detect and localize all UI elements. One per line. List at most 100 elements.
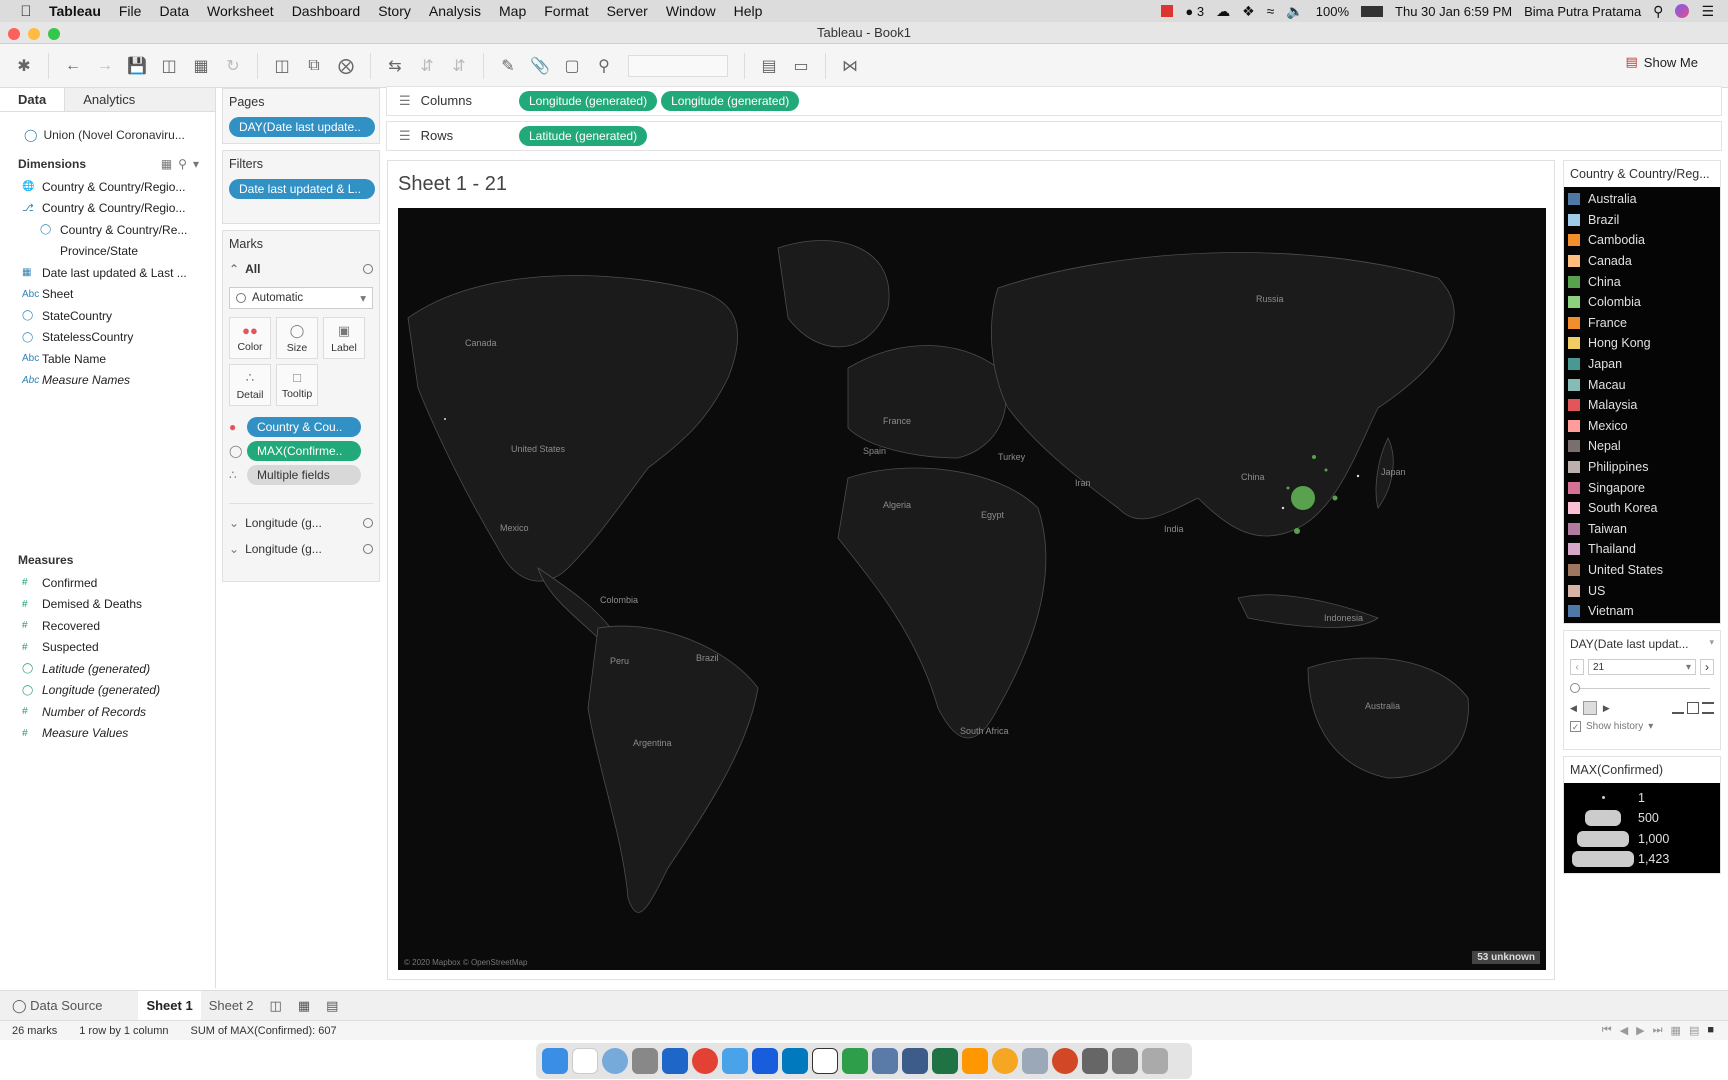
- mark-dot[interactable]: [1286, 486, 1290, 490]
- refresh-icon[interactable]: ↻: [219, 52, 247, 80]
- fit-dropdown[interactable]: [628, 54, 728, 77]
- prev-page-icon[interactable]: ‹: [1570, 659, 1584, 676]
- mark-dot[interactable]: [444, 418, 446, 420]
- mark-dot[interactable]: [1312, 455, 1316, 459]
- detail-pill[interactable]: Multiple fields: [247, 465, 361, 485]
- menu-window[interactable]: Window: [657, 3, 725, 19]
- mail-icon[interactable]: [722, 1048, 748, 1074]
- color-button[interactable]: ●● Color: [229, 317, 271, 359]
- siri-icon[interactable]: [1675, 4, 1690, 18]
- show-me-button[interactable]: ▤ Show Me: [1626, 54, 1699, 70]
- menu-data[interactable]: Data: [150, 3, 198, 19]
- color-legend-item[interactable]: Malaysia: [1568, 395, 1716, 416]
- color-legend-item[interactable]: Taiwan: [1568, 519, 1716, 540]
- duplicate-sheet-icon[interactable]: ⧉: [300, 52, 328, 80]
- new-story-icon[interactable]: ▤: [318, 991, 346, 1021]
- documents-icon[interactable]: [1112, 1048, 1138, 1074]
- color-legend-item[interactable]: Colombia: [1568, 292, 1716, 313]
- measures-field[interactable]: # Demised & Deaths: [0, 594, 215, 616]
- measures-field[interactable]: # Number of Records: [0, 701, 215, 723]
- color-legend-item[interactable]: Singapore: [1568, 477, 1716, 498]
- dropbox-icon[interactable]: ❖: [1242, 3, 1255, 20]
- camtasia-icon[interactable]: [842, 1048, 868, 1074]
- powerpoint-icon[interactable]: [1052, 1048, 1078, 1074]
- color-legend-item[interactable]: Canada: [1568, 251, 1716, 272]
- china-mark[interactable]: [1291, 486, 1315, 510]
- menu-help[interactable]: Help: [725, 3, 772, 19]
- color-legend-item[interactable]: Hong Kong: [1568, 333, 1716, 354]
- color-legend-item[interactable]: Cambodia: [1568, 230, 1716, 251]
- size-button[interactable]: ◯ Size: [276, 317, 318, 359]
- next-sheet-icon[interactable]: ▶: [1636, 1024, 1644, 1037]
- zoom-window-button[interactable]: [48, 28, 60, 40]
- play-back-icon[interactable]: ◀: [1570, 703, 1577, 714]
- color-legend-item[interactable]: Brazil: [1568, 210, 1716, 231]
- speed-medium-icon[interactable]: [1687, 702, 1699, 715]
- detail-button[interactable]: ∴ Detail: [229, 364, 271, 406]
- pause-updates-icon[interactable]: ▦: [187, 52, 215, 80]
- dimensions-field[interactable]: Abc Sheet: [0, 284, 215, 306]
- measures-field[interactable]: # Confirmed: [0, 572, 215, 594]
- play-forward-icon[interactable]: ▶: [1603, 703, 1610, 714]
- chevron-down-icon[interactable]: ▾: [1648, 721, 1653, 732]
- dimensions-field[interactable]: Abc Measure Names: [0, 370, 215, 392]
- color-legend-item[interactable]: Thailand: [1568, 539, 1716, 560]
- tableau-prep-icon[interactable]: [902, 1048, 928, 1074]
- menu-map[interactable]: Map: [490, 3, 535, 19]
- trash-icon[interactable]: [1142, 1048, 1168, 1074]
- sort-ascending-icon[interactable]: ⇵: [413, 52, 441, 80]
- new-worksheet-icon[interactable]: ◫: [268, 52, 296, 80]
- tableau-logo-icon[interactable]: ✱: [10, 52, 38, 80]
- volume-icon[interactable]: 🔈: [1286, 3, 1303, 20]
- preview-icon[interactable]: [1022, 1048, 1048, 1074]
- measures-field[interactable]: # Recovered: [0, 615, 215, 637]
- data-source-tab[interactable]: ◯ Data Source: [0, 991, 110, 1021]
- slider-thumb[interactable]: [1570, 683, 1580, 694]
- excel-icon[interactable]: [932, 1048, 958, 1074]
- color-legend-item[interactable]: Mexico: [1568, 416, 1716, 437]
- highlight-icon[interactable]: ✎: [494, 52, 522, 80]
- tooltip-button[interactable]: □ Tooltip: [276, 364, 318, 406]
- mark-dot[interactable]: [1332, 495, 1338, 501]
- size-pill[interactable]: MAX(Confirme..: [247, 441, 361, 461]
- next-page-icon[interactable]: ›: [1700, 659, 1714, 676]
- user-name[interactable]: Bima Putra Pratama: [1524, 4, 1641, 19]
- tab-sheet-2[interactable]: Sheet 2: [201, 991, 262, 1021]
- chrome-icon[interactable]: [692, 1048, 718, 1074]
- rows-shelf[interactable]: ☰ Rows Latitude (generated): [386, 121, 1722, 151]
- finder-icon[interactable]: [542, 1048, 568, 1074]
- marks-layer-row[interactable]: ⌄ Longitude (g...: [229, 510, 373, 536]
- wifi-icon[interactable]: ≈: [1267, 3, 1275, 19]
- downloads-icon[interactable]: [1082, 1048, 1108, 1074]
- record-icon[interactable]: [1161, 5, 1174, 17]
- spotlight-icon[interactable]: ⚲: [1653, 3, 1663, 20]
- mark-dot[interactable]: [1356, 474, 1360, 478]
- rstudio-icon[interactable]: [602, 1048, 628, 1074]
- stop-icon[interactable]: [1582, 701, 1597, 716]
- columns-pill[interactable]: Longitude (generated): [661, 91, 800, 111]
- dimensions-field[interactable]: 🌐 Country & Country/Regio...: [0, 176, 215, 198]
- mark-dot[interactable]: [1324, 468, 1328, 472]
- dimensions-field[interactable]: ◯ StatelessCountry: [0, 327, 215, 349]
- color-legend-item[interactable]: United States: [1568, 560, 1716, 581]
- show-history-checkbox[interactable]: ✓: [1570, 721, 1581, 733]
- filter-pill[interactable]: Date last updated & L..: [229, 179, 375, 199]
- first-sheet-icon[interactable]: ⏮: [1602, 1024, 1612, 1037]
- menu-file[interactable]: File: [110, 3, 151, 19]
- menu-story[interactable]: Story: [369, 3, 420, 19]
- tableau-icon[interactable]: [872, 1048, 898, 1074]
- size-legend-item[interactable]: 1,000: [1568, 828, 1716, 849]
- dimensions-field[interactable]: ▦ Date last updated & Last ...: [0, 262, 215, 284]
- map-view[interactable]: Canada Russia United States Mexico France Spa…: [398, 208, 1546, 970]
- mark-type-dropdown[interactable]: Automatic ▾: [229, 287, 373, 309]
- sort-descending-icon[interactable]: ⇵: [445, 52, 473, 80]
- color-legend-item[interactable]: Philippines: [1568, 457, 1716, 478]
- color-legend-item[interactable]: Japan: [1568, 354, 1716, 375]
- color-pill[interactable]: Country & Cou..: [247, 417, 361, 437]
- cloud-icon[interactable]: ☁: [1216, 3, 1230, 20]
- trello-icon[interactable]: [782, 1048, 808, 1074]
- size-legend-item[interactable]: 500: [1568, 808, 1716, 829]
- chevron-down-icon[interactable]: ▾: [1709, 637, 1714, 651]
- clock[interactable]: Thu 30 Jan 6:59 PM: [1395, 4, 1512, 19]
- color-legend-item[interactable]: Nepal: [1568, 436, 1716, 457]
